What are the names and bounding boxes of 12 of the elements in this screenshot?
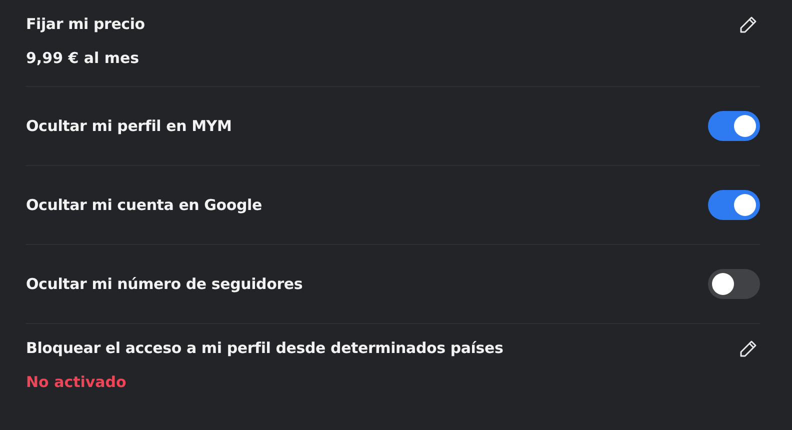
setting-label: Ocultar mi perfil en MYM [26, 116, 232, 137]
setting-value: 9,99 € al mes [26, 48, 140, 69]
toggle-switch[interactable] [708, 190, 760, 220]
pencil-icon[interactable] [738, 15, 758, 35]
pencil-icon[interactable] [738, 339, 758, 359]
setting-value: No activado [26, 372, 128, 393]
setting-label: Ocultar mi cuenta en Google [26, 195, 262, 216]
setting-label: Bloquear el acceso a mi perfil desde determinados países [26, 338, 504, 359]
toggle-switch[interactable] [708, 111, 760, 141]
setting-label: Ocultar mi número de seguidores [26, 274, 303, 295]
toggle-switch[interactable] [708, 269, 760, 299]
setting-label: Fijar mi precio [26, 14, 145, 35]
